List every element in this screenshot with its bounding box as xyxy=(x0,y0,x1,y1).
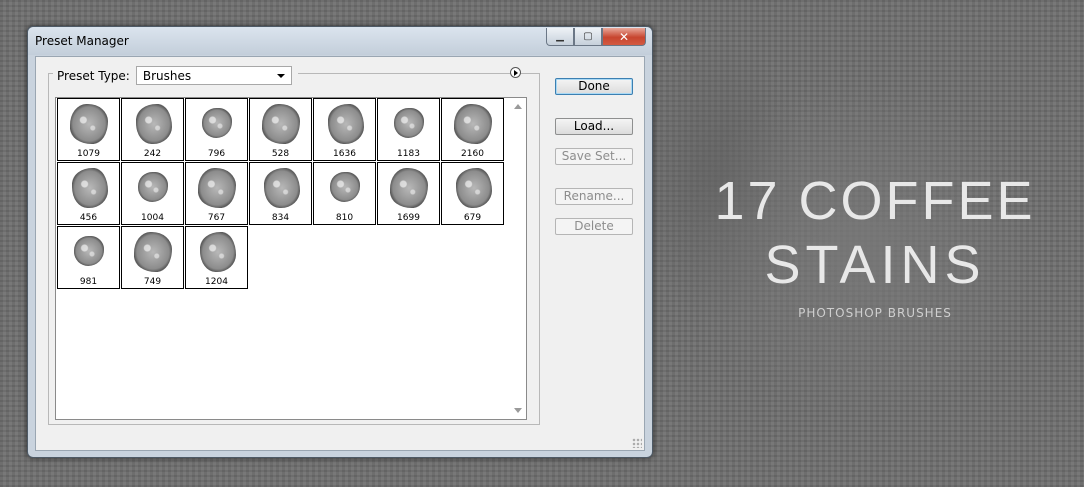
chevron-down-icon xyxy=(276,73,285,78)
preset-type-label: Preset Type: xyxy=(57,68,130,83)
brush-size-label: 1699 xyxy=(397,213,420,223)
preset-type-row: Preset Type: Brushes xyxy=(53,66,298,85)
brush-thumbnail[interactable]: 1079 xyxy=(57,98,120,161)
brush-thumbnail[interactable]: 1004 xyxy=(121,162,184,225)
preset-type-select[interactable]: Brushes xyxy=(135,66,292,85)
brush-size-label: 796 xyxy=(207,149,226,159)
coffee-stain-icon xyxy=(70,104,108,144)
promo-subtitle: PHOTOSHOP BRUSHES xyxy=(798,306,952,320)
brush-size-label: 749 xyxy=(143,277,162,287)
promo-title-line2: STAINS xyxy=(764,235,986,295)
brush-size-label: 456 xyxy=(79,213,98,223)
brush-thumbnail[interactable]: 1204 xyxy=(185,226,248,289)
brush-preset-list[interactable]: 1079 242 796 528 1636 1183 2160 456 1004 767 834 81… xyxy=(55,97,527,420)
brush-size-label: 810 xyxy=(335,213,354,223)
brush-thumbnail[interactable]: 767 xyxy=(185,162,248,225)
scroll-up-icon[interactable] xyxy=(514,104,522,109)
window-title: Preset Manager xyxy=(35,34,129,48)
brush-size-label: 1636 xyxy=(333,149,356,159)
coffee-stain-icon xyxy=(456,168,492,208)
brush-size-label: 679 xyxy=(463,213,482,223)
coffee-stain-icon xyxy=(202,108,232,138)
coffee-stain-icon xyxy=(134,232,172,272)
brush-thumbnail[interactable]: 981 xyxy=(57,226,120,289)
brush-thumbnail[interactable]: 810 xyxy=(313,162,376,225)
coffee-stain-icon xyxy=(72,168,108,208)
brush-thumbnail[interactable]: 528 xyxy=(249,98,312,161)
rename-button[interactable]: Rename... xyxy=(555,188,633,205)
brush-size-label: 767 xyxy=(207,213,226,223)
brush-thumbnail[interactable]: 834 xyxy=(249,162,312,225)
resize-grip-icon[interactable] xyxy=(632,438,642,448)
coffee-stain-icon xyxy=(200,232,236,272)
coffee-stain-icon xyxy=(454,104,492,144)
brush-size-label: 834 xyxy=(271,213,290,223)
maximize-icon[interactable]: ▢ xyxy=(574,28,602,46)
coffee-stain-icon xyxy=(390,168,428,208)
brush-thumbnail[interactable]: 242 xyxy=(121,98,184,161)
brush-thumbnail[interactable]: 1636 xyxy=(313,98,376,161)
promo-text: 17 COFFEE STAINS PHOTOSHOP BRUSHES xyxy=(690,170,1060,320)
brush-size-label: 2160 xyxy=(461,149,484,159)
coffee-stain-icon xyxy=(198,168,236,208)
brush-thumbnail[interactable]: 1699 xyxy=(377,162,440,225)
preset-type-value: Brushes xyxy=(142,68,192,83)
scroll-down-icon[interactable] xyxy=(514,408,522,413)
preset-manager-window: Preset Manager ▁ ▢ ✕ Preset Type: Brushe… xyxy=(27,26,653,458)
brush-thumbnail[interactable]: 796 xyxy=(185,98,248,161)
brush-size-label: 1204 xyxy=(205,277,228,287)
coffee-stain-icon xyxy=(394,108,424,138)
coffee-stain-icon xyxy=(328,104,364,144)
coffee-stain-icon xyxy=(264,168,300,208)
brush-size-label: 1079 xyxy=(77,149,100,159)
brush-thumbnail[interactable]: 456 xyxy=(57,162,120,225)
close-icon[interactable]: ✕ xyxy=(602,28,646,46)
delete-button[interactable]: Delete xyxy=(555,218,633,235)
promo-title-line1: 17 COFFEE xyxy=(714,171,1036,231)
brush-size-label: 1004 xyxy=(141,213,164,223)
minimize-icon[interactable]: ▁ xyxy=(546,28,574,46)
coffee-stain-icon xyxy=(330,172,360,202)
brush-thumbnail[interactable]: 2160 xyxy=(441,98,504,161)
brush-thumbnail[interactable]: 749 xyxy=(121,226,184,289)
brush-size-label: 981 xyxy=(79,277,98,287)
coffee-stain-icon xyxy=(74,236,104,266)
dialog-client-area: Preset Type: Brushes 1079 242 796 528 1636 11… xyxy=(35,56,645,451)
brush-size-label: 528 xyxy=(271,149,290,159)
brush-thumbnail[interactable]: 679 xyxy=(441,162,504,225)
scrollbar[interactable] xyxy=(510,98,526,419)
save-set-button[interactable]: Save Set... xyxy=(555,148,633,165)
title-bar[interactable]: Preset Manager ▁ ▢ ✕ xyxy=(28,27,652,55)
brush-size-label: 1183 xyxy=(397,149,420,159)
done-button[interactable]: Done xyxy=(555,78,633,95)
coffee-stain-icon xyxy=(136,104,172,144)
load-button[interactable]: Load... xyxy=(555,118,633,135)
brush-size-label: 242 xyxy=(143,149,162,159)
coffee-stain-icon xyxy=(138,172,168,202)
brush-thumbnail[interactable]: 1183 xyxy=(377,98,440,161)
window-controls: ▁ ▢ ✕ xyxy=(546,28,646,46)
coffee-stain-icon xyxy=(262,104,300,144)
flyout-menu-icon[interactable] xyxy=(510,67,521,78)
